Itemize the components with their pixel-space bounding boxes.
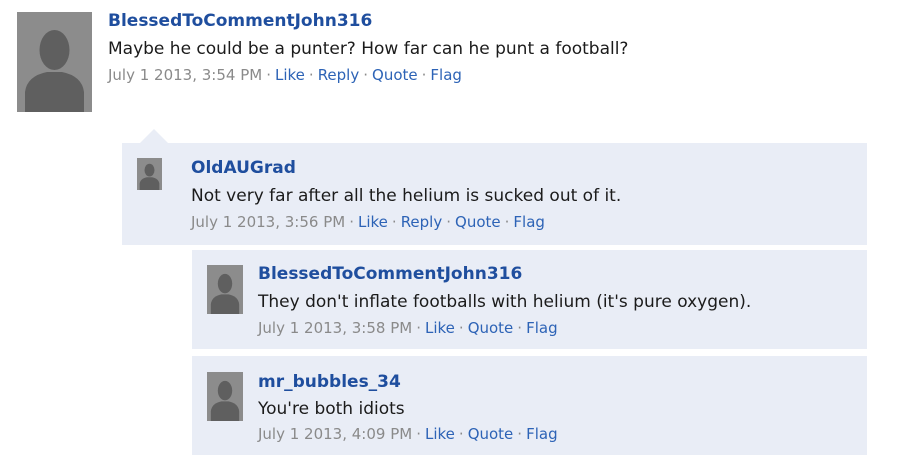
reply-notch xyxy=(140,129,168,143)
comment-2-author[interactable]: OldAUGrad xyxy=(191,158,296,178)
comment-2-meta: July 1 2013, 3:56 PM · Like · Reply · Quote · Fl… xyxy=(191,213,545,231)
comment-1-flag-link[interactable]: Flag xyxy=(430,66,462,84)
comment-3-text: They don't inflate footballs with helium… xyxy=(258,292,752,312)
comment-3-flag-link[interactable]: Flag xyxy=(526,319,558,337)
avatar-comment-4[interactable] xyxy=(207,372,243,421)
comment-4-quote-link[interactable]: Quote xyxy=(468,425,514,443)
comment-3-meta: July 1 2013, 3:58 PM · Like · Quote · Flag xyxy=(258,319,558,337)
comment-3-like-link[interactable]: Like xyxy=(425,319,455,337)
comment-4-text: You're both idiots xyxy=(258,399,405,419)
comment-1-reply-link[interactable]: Reply xyxy=(318,66,360,84)
comment-2-flag-link[interactable]: Flag xyxy=(513,213,545,231)
user-silhouette-icon xyxy=(207,372,243,421)
comment-4-author[interactable]: mr_bubbles_34 xyxy=(258,372,401,392)
comment-1-author[interactable]: BlessedToCommentJohn316 xyxy=(108,11,372,31)
comment-1-text: Maybe he could be a punter? How far can … xyxy=(108,39,629,59)
comment-4-timestamp: July 1 2013, 4:09 PM xyxy=(258,425,413,443)
avatar-comment-2[interactable] xyxy=(137,158,162,190)
avatar-comment-3[interactable] xyxy=(207,265,243,314)
comment-3-quote-link[interactable]: Quote xyxy=(468,319,514,337)
comment-3-timestamp: July 1 2013, 3:58 PM xyxy=(258,319,413,337)
comment-1-quote-link[interactable]: Quote xyxy=(372,66,418,84)
comment-4-like-link[interactable]: Like xyxy=(425,425,455,443)
comment-1-meta: July 1 2013, 3:54 PM · Like · Reply · Quote · Fl… xyxy=(108,66,462,84)
comment-2-reply-link[interactable]: Reply xyxy=(401,213,443,231)
comment-4-flag-link[interactable]: Flag xyxy=(526,425,558,443)
comment-2-quote-link[interactable]: Quote xyxy=(455,213,501,231)
comment-2-like-link[interactable]: Like xyxy=(358,213,388,231)
user-silhouette-icon xyxy=(137,158,162,190)
user-silhouette-icon xyxy=(207,265,243,314)
comment-1-like-link[interactable]: Like xyxy=(275,66,305,84)
comment-2-text: Not very far after all the helium is suc… xyxy=(191,186,622,206)
comment-1-timestamp: July 1 2013, 3:54 PM xyxy=(108,66,263,84)
comment-thread: BlessedToCommentJohn316 Maybe he could b… xyxy=(0,0,900,461)
comment-4-meta: July 1 2013, 4:09 PM · Like · Quote · Flag xyxy=(258,425,558,443)
comment-2-timestamp: July 1 2013, 3:56 PM xyxy=(191,213,346,231)
comment-3-author[interactable]: BlessedToCommentJohn316 xyxy=(258,264,522,284)
avatar-comment-1[interactable] xyxy=(17,12,92,112)
user-silhouette-icon xyxy=(17,12,92,112)
